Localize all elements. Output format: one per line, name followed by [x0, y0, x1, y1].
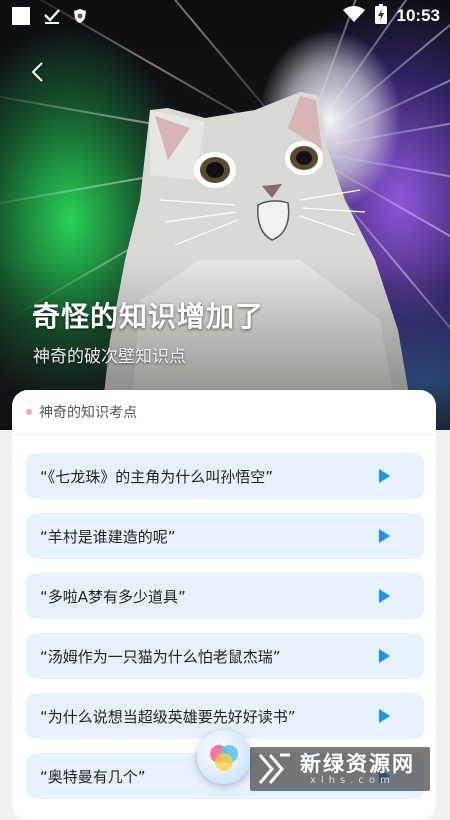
watermark: 新绿资源网 xlhs.com [250, 747, 430, 791]
question-item[interactable]: “羊村是谁建造的呢” [26, 513, 424, 559]
wifi-icon [342, 5, 365, 27]
play-icon[interactable] [379, 469, 390, 483]
hero-subtitle: 神奇的破次壁知识点 [33, 347, 186, 367]
orb-icon [210, 745, 238, 771]
play-icon[interactable] [379, 529, 390, 543]
play-icon[interactable] [379, 589, 390, 603]
question-text: “《七龙珠》的主角为什么叫孙悟空” [40, 468, 274, 486]
check-icon [43, 7, 61, 29]
question-text: “汤姆作为一只猫为什么怕老鼠杰瑞” [40, 648, 281, 666]
question-text: “为什么说想当超级英雄要先好好读书” [40, 708, 296, 726]
question-text: “奥特曼有几个” [40, 768, 146, 786]
card-title: 神奇的知识考点 [39, 405, 137, 421]
question-item[interactable]: “多啦A梦有多少道具” [26, 573, 424, 619]
clock: 10:53 [396, 6, 440, 25]
status-bar: 10:53 [0, 0, 450, 32]
play-icon[interactable] [379, 709, 390, 723]
battery-icon [374, 4, 387, 28]
question-item[interactable]: “《七龙珠》的主角为什么叫孙悟空” [26, 453, 424, 499]
square-icon [11, 6, 31, 30]
hero-title: 奇怪的知识增加了 [32, 300, 265, 333]
question-text: “羊村是谁建造的呢” [40, 528, 176, 546]
back-button[interactable] [26, 60, 50, 84]
watermark-sub: xlhs.com [310, 775, 395, 786]
question-text: “多啦A梦有多少道具” [40, 588, 186, 606]
question-item[interactable]: “汤姆作为一只猫为什么怕老鼠杰瑞” [26, 633, 424, 679]
dot-icon [26, 409, 32, 415]
chevron-left-icon [31, 62, 43, 82]
logo-icon [258, 753, 290, 784]
watermark-text: 新绿资源网 [300, 752, 415, 776]
play-icon[interactable] [379, 649, 390, 663]
shield-icon [73, 8, 87, 28]
card-header: 神奇的知识考点 [12, 390, 436, 435]
assistant-orb-button[interactable] [197, 730, 251, 784]
